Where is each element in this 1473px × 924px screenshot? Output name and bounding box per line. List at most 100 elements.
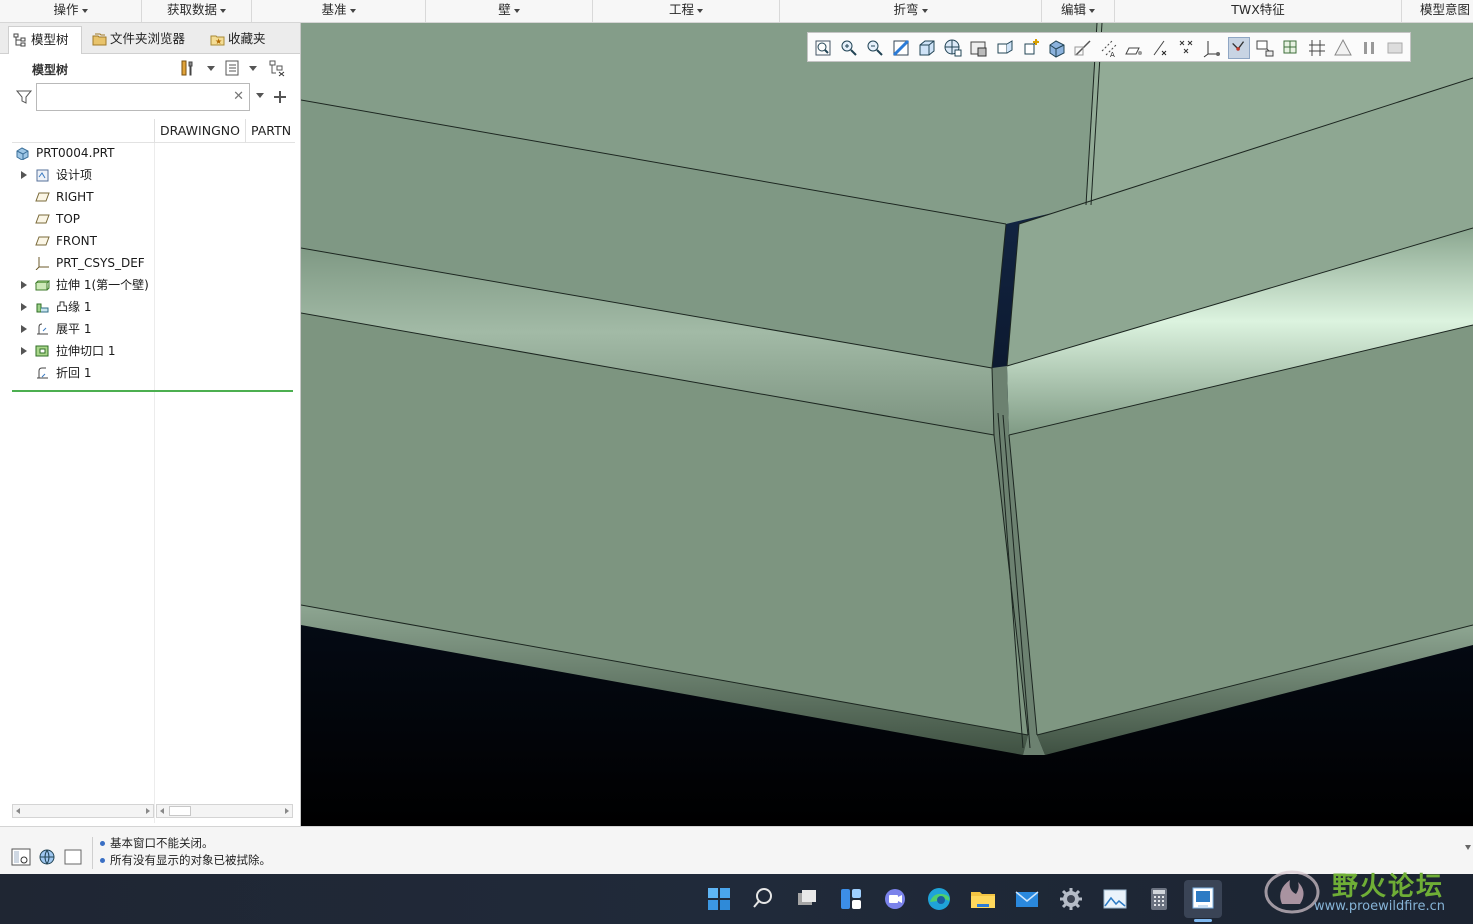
expand-arrow-icon[interactable] (21, 171, 27, 179)
task-view-icon[interactable] (792, 884, 822, 914)
bend-lines-icon[interactable] (1254, 37, 1276, 59)
scroll-right-icon[interactable] (146, 808, 150, 814)
unbend-preview-icon[interactable] (1280, 37, 1302, 59)
tree-item-top-plane[interactable]: TOP (12, 209, 155, 231)
ribbon-group-bends[interactable]: 折弯 (780, 0, 1042, 22)
add-icon[interactable] (273, 90, 287, 104)
chevron-down-icon[interactable] (256, 93, 264, 98)
tree-item-extrude-1[interactable]: 拉伸 1(第一个壁) (12, 275, 155, 297)
tree-item-design-items[interactable]: 设计项 (12, 165, 155, 187)
perspective-view-icon[interactable] (994, 37, 1016, 59)
tab-model-tree[interactable]: 模型树 (8, 26, 82, 54)
chevron-down-icon[interactable] (207, 66, 215, 71)
stop-icon[interactable] (1384, 37, 1406, 59)
axis-display-icon[interactable] (1124, 37, 1146, 59)
navigator-panel: 模型树 文件夹浏览器 ★ 收藏夹 模型树 ✕ DRAWINGNO PARTN P… (0, 23, 301, 826)
scroll-right-icon[interactable] (285, 808, 289, 814)
file-explorer-icon[interactable] (968, 884, 998, 914)
settings-icon[interactable] (1056, 884, 1086, 914)
teams-chat-icon[interactable] (880, 884, 910, 914)
tree-item-extrude-cut-1[interactable]: 拉伸切口 1 (12, 341, 155, 363)
ribbon-group-twx-features[interactable]: TWX特征 (1115, 0, 1402, 22)
settings-tools-icon[interactable] (179, 59, 197, 77)
message-line: 基本窗口不能关闭。 (100, 835, 214, 851)
tree-item-right-plane[interactable]: RIGHT (12, 187, 155, 209)
display-style-icon[interactable] (916, 37, 938, 59)
mail-icon[interactable] (1012, 884, 1042, 914)
sheetmetal-edge-icon[interactable] (1228, 37, 1250, 59)
ribbon-group-bar: 操作 获取数据 基准 壁 工程 折弯 编辑 TWX特征 模型意图 (0, 0, 1473, 23)
tab-folder-browser[interactable]: 文件夹浏览器 (88, 26, 200, 54)
column-divider[interactable] (154, 119, 155, 143)
widgets-icon[interactable] (836, 884, 866, 914)
tree-item-csys[interactable]: PRT_CSYS_DEF (12, 253, 155, 275)
pause-icon[interactable] (1358, 37, 1380, 59)
csys-display-icon[interactable] (1176, 37, 1198, 59)
ribbon-group-get-data[interactable]: 获取数据 (142, 0, 252, 22)
ribbon-group-operations[interactable]: 操作 (0, 0, 142, 22)
tab-favorites[interactable]: ★ 收藏夹 (206, 26, 278, 54)
column-drawingno[interactable]: DRAWINGNO (160, 123, 242, 138)
point-display-icon[interactable] (1150, 37, 1172, 59)
tree-item-root-part[interactable]: PRT0004.PRT (12, 143, 155, 165)
chevron-down-icon[interactable] (249, 66, 257, 71)
tree-search-field[interactable]: ✕ (36, 83, 250, 111)
ribbon-group-model-intent[interactable]: 模型意图 (1402, 0, 1473, 22)
photos-icon[interactable] (1100, 884, 1130, 914)
annotation-display-icon[interactable] (1202, 37, 1224, 59)
tree-item-unbend-1[interactable]: 展平 1 (12, 319, 155, 341)
windows-start-icon[interactable] (704, 884, 734, 914)
tree-filter-icon[interactable] (268, 59, 286, 77)
repaint-icon[interactable] (890, 37, 912, 59)
zoom-out-icon[interactable] (864, 37, 886, 59)
ribbon-group-editing[interactable]: 编辑 (1042, 0, 1115, 22)
tree-item-bend-back-1[interactable]: 折回 1 (12, 363, 155, 385)
flat-state-icon[interactable] (1306, 37, 1328, 59)
search-input[interactable] (40, 85, 230, 109)
filter-icon[interactable] (15, 89, 33, 105)
running-indicator (1194, 919, 1212, 922)
search-icon[interactable] (748, 884, 778, 914)
insert-here-indicator[interactable] (12, 390, 293, 392)
chevron-down-icon[interactable] (1465, 845, 1471, 850)
scroll-left-icon[interactable] (16, 808, 20, 814)
extrude-wall-icon (35, 280, 50, 291)
column-partno[interactable]: PARTN (251, 123, 295, 138)
spin-center-icon[interactable] (1020, 37, 1042, 59)
show-navigator-icon[interactable] (10, 847, 32, 867)
show-list-icon[interactable] (223, 59, 241, 77)
saved-orientations-icon[interactable] (942, 37, 964, 59)
ribbon-group-walls[interactable]: 壁 (426, 0, 593, 22)
plane-display-icon[interactable]: A (1098, 37, 1120, 59)
column-divider[interactable] (245, 119, 246, 143)
tree-item-front-plane[interactable]: FRONT (12, 231, 155, 253)
scroll-left-icon[interactable] (160, 808, 164, 814)
ribbon-group-engineering[interactable]: 工程 (593, 0, 780, 22)
zoom-in-icon[interactable] (838, 37, 860, 59)
expand-arrow-icon[interactable] (21, 325, 27, 333)
datum-display-icon[interactable] (1072, 37, 1094, 59)
close-icon[interactable]: ✕ (233, 89, 244, 105)
warning-icon[interactable] (1332, 37, 1354, 59)
sheetmetal-part-model[interactable] (301, 23, 1473, 826)
tree-item-flange-1[interactable]: 凸缘 1 (12, 297, 155, 319)
graphics-viewport[interactable]: A (301, 23, 1473, 826)
scrollbar-thumb[interactable] (169, 806, 191, 816)
expand-arrow-icon[interactable] (21, 303, 27, 311)
creo-app-icon[interactable] (1188, 884, 1218, 914)
windows-taskbar (0, 874, 1473, 924)
section-icon[interactable] (1046, 37, 1068, 59)
edge-browser-icon[interactable] (924, 884, 954, 914)
browser-icon[interactable] (36, 847, 58, 867)
chevron-down-icon (1089, 8, 1095, 13)
ribbon-group-datum[interactable]: 基准 (252, 0, 426, 22)
view-manager-icon[interactable] (968, 37, 990, 59)
tree-horizontal-scrollbar[interactable] (12, 804, 154, 818)
expand-arrow-icon[interactable] (21, 347, 27, 355)
full-screen-icon[interactable] (62, 847, 84, 867)
expand-arrow-icon[interactable] (21, 281, 27, 289)
graphics-view-toolbar: A (807, 32, 1411, 62)
columns-horizontal-scrollbar[interactable] (156, 804, 293, 818)
calculator-icon[interactable] (1144, 884, 1174, 914)
refit-icon[interactable] (812, 37, 834, 59)
